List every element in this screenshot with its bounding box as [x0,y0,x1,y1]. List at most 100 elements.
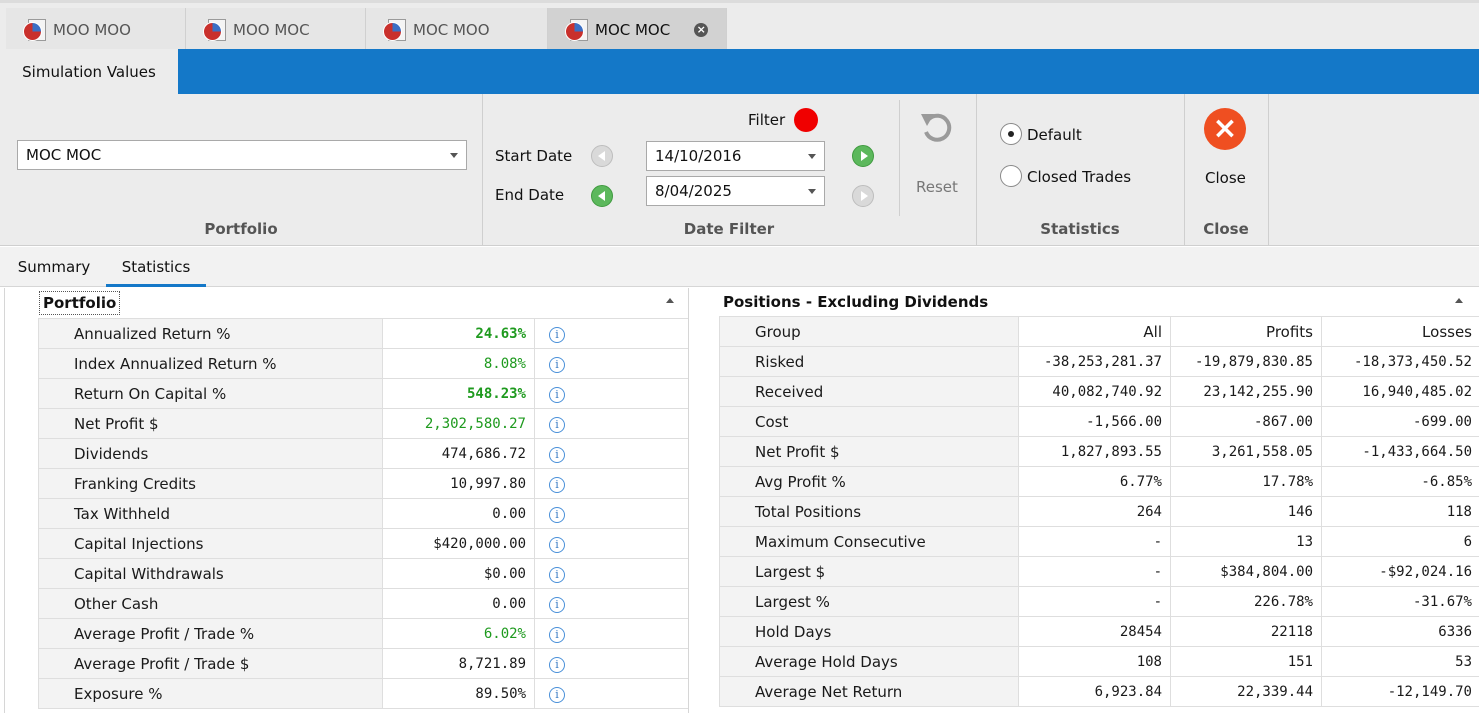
closed-trades-radio[interactable] [1000,165,1022,187]
end-date-picker[interactable]: 8/04/2025 [646,176,825,206]
cell-value: 22118 [1170,616,1322,647]
portfolio-select-value: MOC MOC [26,146,102,164]
table-row: Net Profit $1,827,893.55 3,261,558.05 -1,4… [719,436,1479,467]
arrow-right-icon [860,191,868,201]
table-row: Dividends 474,686.72 i [38,438,690,469]
cell-value: 1,827,893.55 [1018,436,1171,467]
column-header[interactable]: All [1018,316,1171,347]
metric-value: $0.00 [382,558,535,589]
info-icon[interactable]: i [549,657,565,673]
metric-name: Exposure % [38,678,383,709]
metric-value: 2,302,580.27 [382,408,535,439]
metric-value: 10,997.80 [382,468,535,499]
info-cell: i [534,378,690,409]
statistics-group-label: Statistics [1040,220,1120,238]
info-cell: i [534,408,690,439]
row-label: Avg Profit % [719,466,1019,497]
table-row: Total Positions 264 146 118 [719,496,1479,527]
start-date-next-button[interactable] [852,145,874,167]
cell-value: 146 [1170,496,1322,527]
table-row: Net Profit $2,302,580.27 i [38,408,690,439]
collapse-icon[interactable] [1455,298,1463,303]
ribbon-tab-bar: Simulation Values [0,49,1479,94]
start-date-prev-button[interactable] [591,145,613,167]
cell-value: 40,082,740.92 [1018,376,1171,407]
collapse-icon[interactable] [666,298,674,303]
info-icon[interactable]: i [549,417,565,433]
close-icon: × [1204,108,1246,150]
info-icon[interactable]: i [549,687,565,703]
table-row: Average Profit / Trade % 6.02% i [38,618,690,649]
cell-value: 6336 [1321,616,1479,647]
end-date-label: End Date [495,186,565,204]
cell-value: -1,566.00 [1018,406,1171,437]
tab-statistics[interactable]: Statistics [106,247,206,287]
doc-tab-4[interactable]: MOC MOC × [548,8,727,52]
metric-name: Other Cash [38,588,383,619]
end-date-next-button[interactable] [852,185,874,207]
tab-summary[interactable]: Summary [8,247,100,287]
filter-status-icon [794,108,818,132]
portfolio-select[interactable]: MOC MOC [17,140,467,170]
table-row: Index Annualized Return % 8.08% i [38,348,690,379]
positions-table: Group All Profits Losses Risked -38,253,281.3… [719,316,1479,707]
table-row: Franking Credits 10,997.80 i [38,468,690,499]
doc-tab-label: MOO MOO [53,21,131,39]
positions-panel-title: Positions - Excluding Dividends [723,293,989,311]
doc-tab-1[interactable]: MOO MOO [6,8,186,52]
cell-value: -19,879,830.85 [1170,346,1322,377]
metric-value: 8.08% [382,348,535,379]
close-button[interactable]: × Close [1192,106,1262,196]
doc-tab-label: MOO MOC [233,21,310,39]
info-icon[interactable]: i [549,597,565,613]
info-icon[interactable]: i [549,387,565,403]
default-radio[interactable] [1000,123,1022,145]
info-icon[interactable]: i [549,627,565,643]
metric-value: 474,686.72 [382,438,535,469]
ribbon-tab-simulation-values[interactable]: Simulation Values [0,49,178,94]
info-icon[interactable]: i [549,567,565,583]
start-date-value: 14/10/2016 [655,147,742,165]
arrow-right-icon [860,151,868,161]
reset-button[interactable]: Reset [906,104,968,196]
info-cell: i [534,468,690,499]
table-row: Risked -38,253,281.37 -19,879,830.85 -18,37… [719,346,1479,377]
metric-value: 89.50% [382,678,535,709]
table-row: Cost -1,566.00 -867.00 -699.00 [719,406,1479,437]
info-icon[interactable]: i [549,327,565,343]
doc-tab-3[interactable]: MOC MOO [366,8,548,52]
cell-value: - [1018,526,1171,557]
start-date-picker[interactable]: 14/10/2016 [646,141,825,171]
row-label: Total Positions [719,496,1019,527]
reset-label: Reset [916,178,958,196]
cell-value: 13 [1170,526,1322,557]
close-tab-icon[interactable]: × [694,23,709,37]
metric-name: Annualized Return % [38,318,383,349]
column-header[interactable]: Profits [1170,316,1322,347]
chevron-down-icon [808,189,816,194]
cell-value: -$92,024.16 [1321,556,1479,587]
portfolio-panel: Portfolio Annualized Return % 24.63% i Inde… [4,288,690,713]
info-icon[interactable]: i [549,357,565,373]
info-icon[interactable]: i [549,507,565,523]
cell-value: -31.67% [1321,586,1479,617]
row-label: Average Hold Days [719,646,1019,677]
info-cell: i [534,588,690,619]
cell-value: 16,940,485.02 [1321,376,1479,407]
portfolio-chart-icon [202,17,228,43]
table-row: Return On Capital % 548.23% i [38,378,690,409]
column-header[interactable]: Losses [1321,316,1479,347]
info-cell: i [534,318,690,349]
doc-tab-2[interactable]: MOO MOC [186,8,366,52]
cell-value: 22,339.44 [1170,676,1322,707]
info-icon[interactable]: i [549,447,565,463]
info-icon[interactable]: i [549,537,565,553]
chevron-down-icon [450,153,458,158]
cell-value: -1,433,664.50 [1321,436,1479,467]
end-date-prev-button[interactable] [591,185,613,207]
column-header[interactable]: Group [719,316,1019,347]
info-icon[interactable]: i [549,477,565,493]
metric-name: Net Profit $ [38,408,383,439]
positions-panel: Positions - Excluding Dividends Group All… [688,288,1479,713]
metric-value: 548.23% [382,378,535,409]
